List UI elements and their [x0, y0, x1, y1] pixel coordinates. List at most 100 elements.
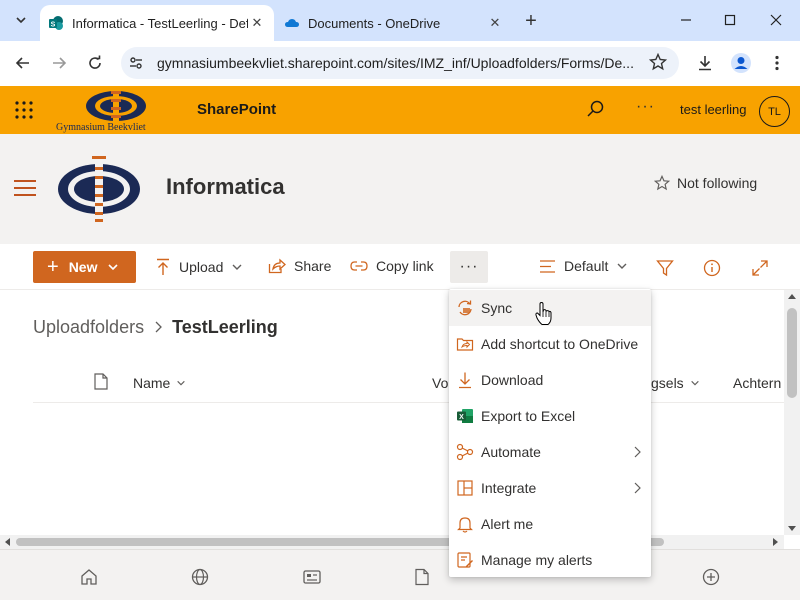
column-partial-4[interactable]: Achtern [733, 375, 781, 391]
user-name[interactable]: test leerling [680, 102, 746, 117]
reload-icon [89, 55, 101, 69]
app-launcher-icon[interactable] [14, 100, 34, 120]
svg-text:S: S [51, 22, 56, 29]
minimize-icon [681, 19, 691, 21]
tab-search-button[interactable] [8, 6, 34, 34]
breadcrumb-current[interactable]: TestLeerling [172, 317, 278, 338]
hamburger-menu-icon[interactable] [14, 180, 36, 196]
close-window-button[interactable] [754, 4, 798, 36]
back-button[interactable] [9, 49, 37, 77]
view-options-button[interactable]: Default [539, 258, 628, 274]
file-type-icon[interactable] [94, 373, 108, 393]
follow-button[interactable]: Not following [654, 175, 757, 191]
menu-item-add-shortcut[interactable]: Add shortcut to OneDrive [449, 326, 651, 362]
maximize-button[interactable] [708, 4, 752, 36]
vertical-scrollbar[interactable] [784, 290, 800, 535]
menu-item-label: Manage my alerts [481, 552, 593, 568]
column-partial-2[interactable]: Vo [432, 375, 448, 391]
filter-button[interactable] [654, 257, 676, 279]
onedrive-favicon-icon [285, 19, 299, 27]
school-emblem-icon [86, 88, 146, 124]
school-name: Gymnasium Beekvliet [56, 122, 146, 133]
hand-cursor-icon [535, 302, 552, 325]
menu-item-export-excel[interactable]: X Export to Excel [449, 398, 651, 434]
chevron-down-icon [16, 17, 26, 24]
download-button[interactable] [691, 49, 719, 77]
copy-link-label: Copy link [376, 258, 434, 274]
scroll-thumb[interactable] [787, 308, 797, 398]
view-list-icon [540, 259, 555, 273]
menu-item-alert-me[interactable]: Alert me [449, 506, 651, 542]
browser-toolbar: gymnasiumbeekvliet.sharepoint.com/sites/… [0, 41, 800, 86]
scroll-down-icon[interactable] [788, 526, 796, 531]
sync-icon [455, 298, 475, 318]
tab-onedrive[interactable]: Documents - OneDrive ✕ [276, 5, 512, 41]
globe-icon[interactable] [189, 566, 211, 588]
menu-item-label: Sync [481, 300, 513, 316]
site-logo[interactable] [56, 154, 142, 224]
more-options-icon[interactable]: ··· [636, 98, 655, 116]
school-logo[interactable]: Gymnasium Beekvliet [56, 88, 168, 134]
avatar[interactable]: TL [759, 96, 790, 127]
bell-icon [455, 514, 475, 534]
app-name[interactable]: SharePoint [197, 101, 276, 118]
arrow-left-icon [15, 57, 29, 69]
scroll-right-icon[interactable] [773, 538, 778, 546]
menu-item-download[interactable]: Download [449, 362, 651, 398]
suite-bar: Gymnasium Beekvliet SharePoint ··· test … [0, 86, 800, 134]
upload-label: Upload [179, 259, 224, 275]
reload-button[interactable] [81, 49, 109, 77]
profile-button[interactable] [727, 49, 755, 77]
files-icon[interactable] [411, 566, 433, 588]
menu-item-label: Integrate [481, 480, 537, 496]
bookmark-star-icon[interactable] [648, 52, 668, 74]
document-library: Uploadfolders TestLeerling Name Vo gsels… [0, 290, 784, 535]
star-icon [654, 175, 670, 191]
chevron-right-icon [154, 320, 162, 336]
tab-informatica[interactable]: S Informatica - TestLeerling - Defa ✕ [40, 5, 274, 41]
new-button[interactable]: + New [33, 251, 136, 283]
column-partial-3[interactable]: gsels [651, 375, 700, 391]
url-text: gymnasiumbeekvliet.sharepoint.com/sites/… [157, 55, 634, 71]
address-bar[interactable]: gymnasiumbeekvliet.sharepoint.com/sites/… [121, 47, 679, 79]
horizontal-scrollbar[interactable] [0, 535, 784, 549]
sharepoint-favicon-icon: S [49, 16, 63, 30]
breadcrumb-root[interactable]: Uploadfolders [33, 317, 144, 338]
breadcrumb: Uploadfolders TestLeerling [33, 317, 278, 338]
news-icon[interactable] [301, 566, 323, 588]
share-button[interactable]: Share [268, 258, 331, 274]
scroll-up-icon[interactable] [788, 294, 796, 299]
more-commands-button[interactable]: ··· [450, 251, 488, 283]
create-icon[interactable] [700, 566, 722, 588]
more-commands-menu: Sync Add shortcut to OneDrive Download X… [449, 289, 651, 577]
scroll-left-icon[interactable] [5, 538, 10, 546]
chevron-right-icon [634, 482, 641, 494]
site-info-icon[interactable] [121, 55, 151, 71]
close-tab-icon[interactable]: ✕ [248, 14, 266, 32]
minimize-button[interactable] [664, 4, 708, 36]
link-icon [350, 261, 368, 271]
column-name[interactable]: Name [133, 375, 186, 391]
browser-menu-button[interactable] [763, 49, 791, 77]
menu-item-label: Download [481, 372, 544, 388]
follow-label: Not following [677, 175, 758, 191]
menu-item-manage-alerts[interactable]: Manage my alerts [449, 542, 651, 578]
forward-button[interactable] [45, 49, 73, 77]
menu-item-integrate[interactable]: Integrate [449, 470, 651, 506]
home-icon[interactable] [78, 566, 100, 588]
page-title[interactable]: Informatica [166, 174, 285, 200]
menu-item-label: Add shortcut to OneDrive [481, 336, 639, 352]
fullscreen-button[interactable] [749, 257, 771, 279]
menu-item-automate[interactable]: Automate [449, 434, 651, 470]
site-header: Informatica Not following [0, 134, 800, 244]
copy-link-button[interactable]: Copy link [350, 258, 434, 274]
column-headers: Name Vo gsels Achtern [33, 365, 784, 403]
browser-tab-strip: S Informatica - TestLeerling - Defa ✕ Do… [0, 0, 800, 41]
upload-button[interactable]: Upload [155, 258, 243, 276]
info-button[interactable] [701, 257, 723, 279]
close-tab-icon[interactable]: ✕ [486, 14, 504, 32]
command-bar: + New Upload Share Copy link ··· Default [0, 244, 800, 290]
search-icon[interactable] [585, 99, 605, 119]
download-icon [699, 56, 711, 71]
new-tab-button[interactable]: + [518, 9, 544, 33]
